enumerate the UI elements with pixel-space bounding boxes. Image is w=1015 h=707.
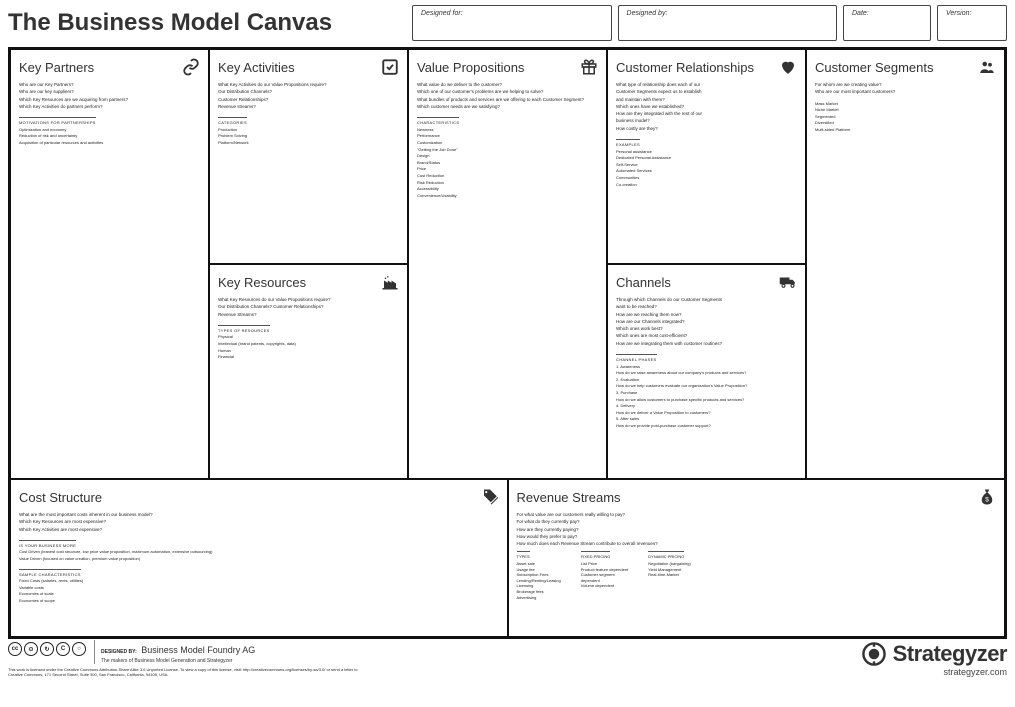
rev-types-col: types Asset sale Usage fee Subscription … (517, 551, 561, 600)
factory-icon (381, 273, 399, 291)
license-text: This work is licensed under the Creative… (8, 668, 368, 678)
link-icon (182, 58, 200, 76)
cost-structure-title: Cost Structure (19, 490, 102, 505)
date-label: Date: (852, 10, 869, 17)
cs-prompts: For whom are we creating value? Who are … (815, 82, 996, 133)
header-row: The Business Model Canvas Designed for: … (8, 5, 1007, 41)
channels-block: Channels Through which Channels do our C… (607, 264, 806, 479)
title-cell: The Business Model Canvas (8, 5, 406, 41)
vp-prompts: What value do we deliver to the customer… (417, 82, 598, 198)
key-resources-block: Key Resources What Key Resources do our … (209, 264, 408, 479)
kr-prompts: What Key Resources do our Value Proposit… (218, 297, 399, 360)
cr-prompts: What type of relationship does each of o… (616, 82, 797, 187)
cc-o-icon: ○ (72, 642, 86, 656)
people-icon (978, 58, 996, 76)
cc-c-icon: C (56, 642, 70, 656)
footer: cc ⊙ ↻ C ○ DESIGNED BY: Business Model F… (8, 639, 1007, 675)
strategyzer-mark-icon (861, 641, 887, 667)
designed-by-label: Designed by: (627, 10, 668, 17)
key-partners-title: Key Partners (19, 60, 94, 75)
strategyzer-url: strategyzer.com (861, 667, 1007, 677)
kp-prompts: Who are our Key Partners? Who are our ke… (19, 82, 200, 146)
customer-segments-title: Customer Segments (815, 60, 934, 75)
designed-by-box[interactable]: Designed by: (618, 5, 837, 41)
footer-company: Business Model Foundry AG (141, 645, 255, 655)
customer-relationships-title: Customer Relationships (616, 60, 754, 75)
designed-by-label: DESIGNED BY: (101, 649, 137, 655)
canvas-grid: Key Partners Who are our Key Partners? W… (8, 47, 1007, 639)
strategyzer-wordmark: Strategyzer (893, 641, 1007, 667)
gift-icon (580, 58, 598, 76)
key-activities-title: Key Activities (218, 60, 295, 75)
cc-icon: cc (8, 642, 22, 656)
footer-tagline: The makers of Business Model Generation … (101, 658, 255, 664)
cc-icons: cc ⊙ ↻ C ○ (8, 642, 86, 656)
ch-prompts: Through which Channels do our Customer S… (616, 297, 797, 429)
key-activities-block: Key Activities What Key Activities do ou… (209, 49, 408, 264)
ka-prompts: What Key Activities do our Value Proposi… (218, 82, 399, 146)
page-title: The Business Model Canvas (8, 9, 332, 37)
designed-by-block: DESIGNED BY: Business Model Foundry AG T… (94, 640, 255, 664)
cc-by-icon: ⊙ (24, 642, 38, 656)
revenue-streams-block: Revenue Streams $ For what value are our… (508, 479, 1006, 637)
rev-fixed-col: fixed pricing List Price Product feature… (581, 551, 628, 600)
revenue-streams-title: Revenue Streams (517, 490, 621, 505)
truck-icon (779, 273, 797, 291)
heart-icon (779, 58, 797, 76)
date-box[interactable]: Date: (843, 5, 931, 41)
strategyzer-logo: Strategyzer (861, 641, 1007, 667)
customer-relationships-block: Customer Relationships What type of rela… (607, 49, 806, 264)
value-propositions-block: Value Propositions What value do we deli… (408, 49, 607, 479)
svg-text:$: $ (985, 497, 989, 504)
designed-for-label: Designed for: (421, 10, 463, 17)
rev-dynamic-col: dynamic pricing Negotiation (bargaining)… (648, 551, 691, 600)
customer-segments-block: Customer Segments For whom are we creati… (806, 49, 1005, 479)
channels-title: Channels (616, 275, 671, 290)
version-box[interactable]: Version: (937, 5, 1007, 41)
cc-sa-icon: ↻ (40, 642, 54, 656)
checkbox-icon (381, 58, 399, 76)
key-partners-block: Key Partners Who are our Key Partners? W… (10, 49, 209, 479)
value-propositions-title: Value Propositions (417, 60, 524, 75)
tag-icon (481, 488, 499, 506)
version-label: Version: (946, 10, 971, 17)
cost-structure-block: Cost Structure What are the most importa… (10, 479, 508, 637)
key-resources-title: Key Resources (218, 275, 306, 290)
moneybag-icon: $ (978, 488, 996, 506)
cost-prompts: What are the most important costs inhere… (19, 512, 499, 604)
designed-for-box[interactable]: Designed for: (412, 5, 612, 41)
rev-prompts: For what value are our customers really … (517, 512, 997, 600)
